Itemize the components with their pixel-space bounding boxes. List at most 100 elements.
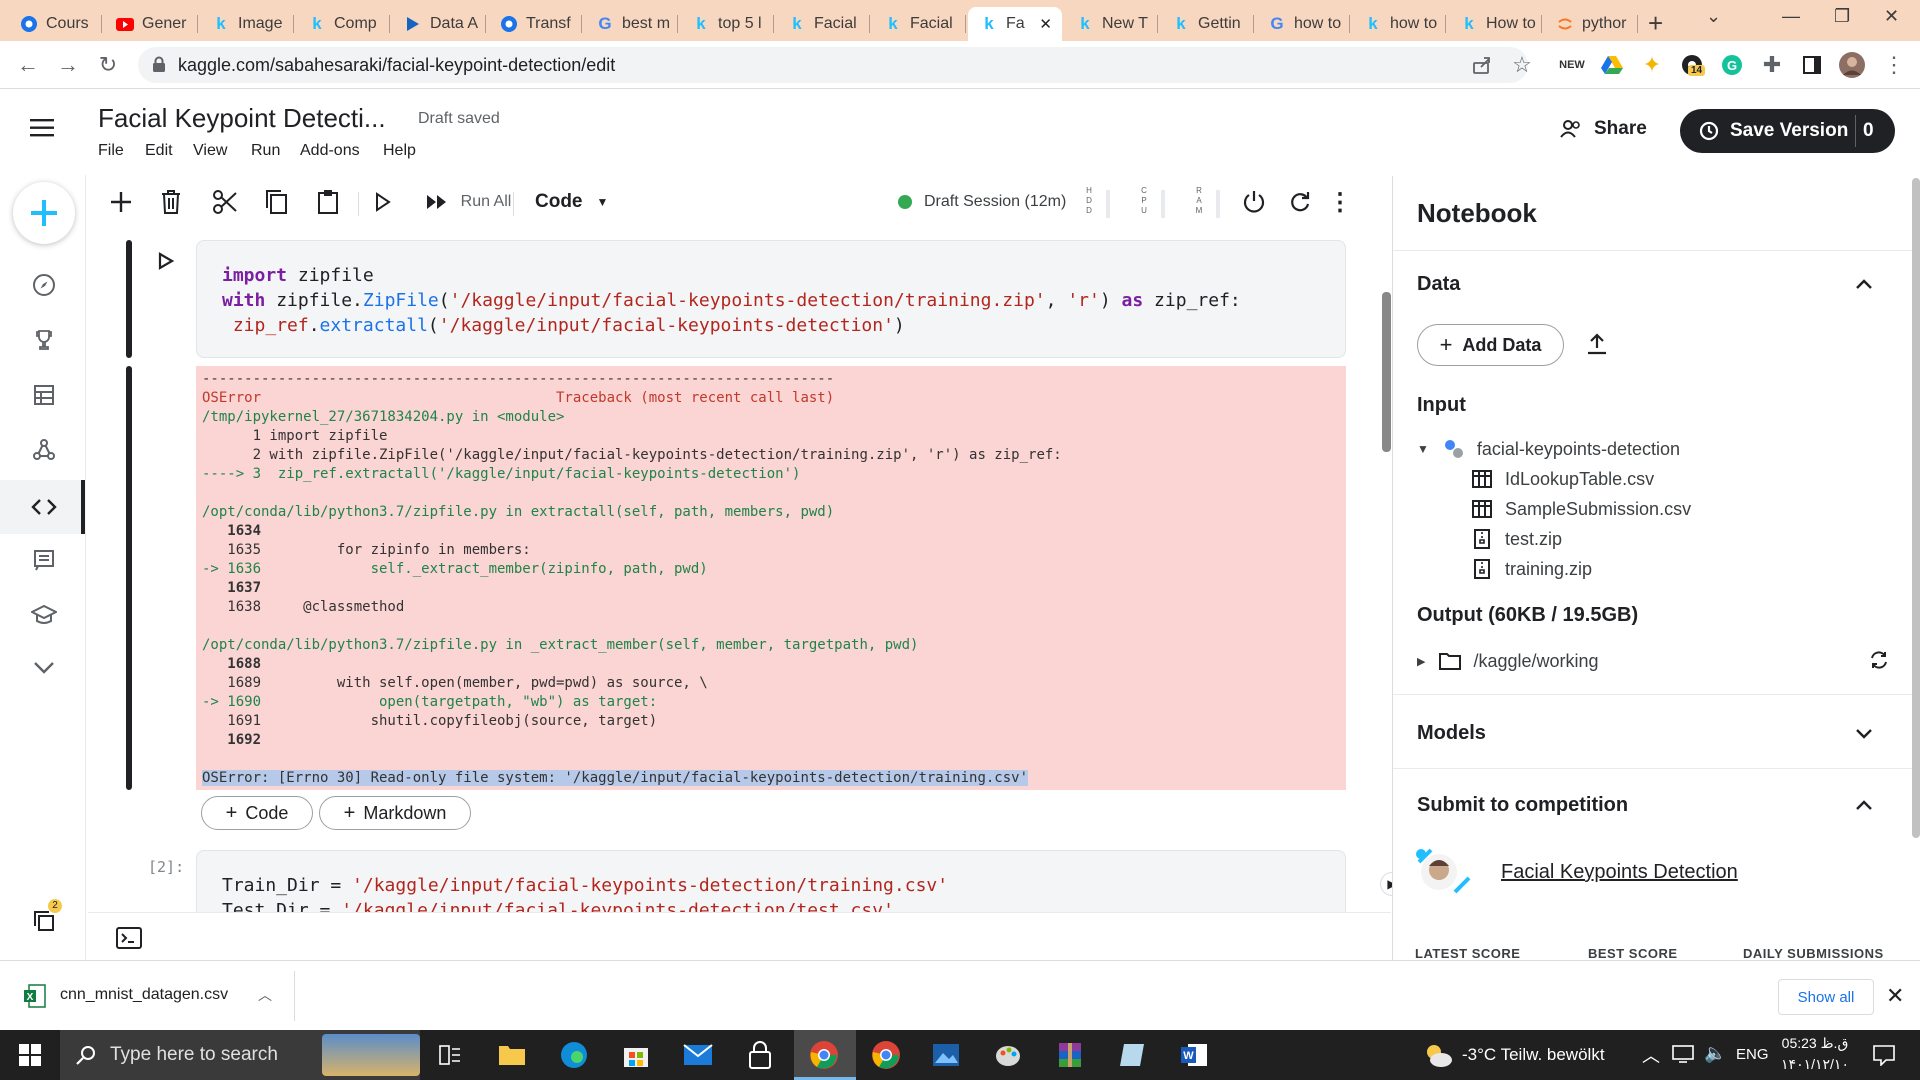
download-file-name[interactable]: cnn_mnist_datagen.csv [60,986,228,1004]
notebook-title[interactable]: Facial Keypoint Detecti... [98,103,386,134]
clock-time[interactable]: 05:23 ق.ظ [1780,1035,1850,1052]
terminal-console-icon[interactable] [116,927,142,949]
notifications-icon[interactable] [1872,1044,1896,1067]
grammarly-icon[interactable]: G [1718,51,1746,79]
upload-icon[interactable] [1585,332,1611,358]
drive-extension-icon[interactable] [1598,51,1626,79]
mail-icon[interactable] [682,1039,714,1071]
news-extension-icon[interactable]: NEW [1558,51,1586,79]
browser-tab[interactable]: k top 5 l [680,7,774,41]
menu-file[interactable]: File [98,142,124,160]
tray-chevron-up-icon[interactable]: ︿ [1642,1042,1660,1068]
browser-tab[interactable]: Cours [8,7,102,41]
copy-stack-icon[interactable]: 2 [26,899,62,939]
paste-clipboard-icon[interactable] [314,186,342,218]
cell-type-dropdown[interactable]: Code ▼ [535,186,615,218]
more-options-icon[interactable]: ⋮ [1328,186,1352,218]
code-cell-editor[interactable]: Train_Dir = '/kaggle/input/facial-keypoi… [196,850,1346,912]
share-page-icon[interactable] [1468,51,1496,79]
browser-tab[interactable]: Gbest m [584,7,678,41]
task-view-icon[interactable] [434,1039,466,1071]
learn-cap-icon[interactable] [26,597,62,633]
browser-tab[interactable]: pythor [1544,7,1638,41]
windows-start-icon[interactable] [14,1039,46,1071]
output-folder-row[interactable]: ▶ /kaggle/working [1417,650,1599,672]
cut-scissors-icon[interactable] [210,186,240,218]
restart-icon[interactable] [1286,186,1314,218]
add-code-cell-button[interactable]: + Code [201,796,313,830]
run-cell-play-icon[interactable] [370,186,396,218]
trophy-icon[interactable] [26,322,62,358]
save-version-button[interactable]: Save Version 0 [1680,109,1895,153]
menu-help[interactable]: Help [383,142,416,160]
chrome-icon[interactable] [870,1039,902,1071]
chevron-down-icon[interactable] [1852,722,1876,746]
models-icon[interactable] [26,432,62,468]
weather-cloud-icon[interactable] [1422,1039,1454,1071]
forward-icon[interactable]: → [54,51,82,79]
winrar-icon[interactable] [1054,1039,1086,1071]
browser-tab[interactable]: k How to [1448,7,1542,41]
session-status[interactable]: Draft Session (12m) [898,186,1078,218]
browser-tab[interactable]: k Fa ✕ [968,7,1062,41]
code-icon[interactable] [26,489,62,525]
back-icon[interactable]: ← [14,51,42,79]
address-bar[interactable]: kaggle.com/sabahesaraki/facial-keypoint-… [138,47,1528,83]
file-row[interactable]: IdLookupTable.csv [1471,468,1654,490]
clock-date[interactable]: ۱۴۰۱/۱۲/۱۰ [1780,1056,1850,1073]
share-button[interactable]: Share [1560,109,1647,149]
run-all-button[interactable]: Run All [416,186,520,218]
restore-window-icon[interactable]: ❐ [1834,6,1850,27]
power-icon[interactable] [1240,186,1268,218]
file-explorer-icon[interactable] [496,1039,528,1071]
network-icon[interactable] [1672,1044,1694,1064]
add-cell-plus-icon[interactable] [108,186,134,218]
extension-icon[interactable]: ✦ [1638,51,1666,79]
browser-tab[interactable]: Ghow to [1256,7,1350,41]
refresh-output-icon[interactable] [1869,650,1893,674]
menu-run[interactable]: Run [251,142,280,160]
file-row[interactable]: SampleSubmission.csv [1471,498,1691,520]
profile-avatar[interactable] [1838,51,1866,79]
lock-bag-icon[interactable] [744,1039,776,1071]
add-data-button[interactable]: + Add Data [1417,324,1564,366]
language-indicator[interactable]: ENG [1736,1046,1769,1063]
close-downloads-icon[interactable]: ✕ [1886,983,1904,1009]
competition-link[interactable]: Facial Keypoints Detection [1501,861,1738,884]
menu-view[interactable]: View [193,142,227,160]
menu-add-ons[interactable]: Add-ons [300,142,360,160]
bookmark-star-icon[interactable]: ☆ [1508,51,1536,79]
close-window-icon[interactable]: ✕ [1884,6,1899,27]
browser-tab[interactable]: Gener [104,7,198,41]
volume-icon[interactable]: 🔈 [1704,1043,1726,1064]
taskbar-search-box[interactable]: Type here to search [60,1030,420,1080]
chevron-up-icon[interactable] [1852,793,1876,817]
notes-app-icon[interactable] [1116,1039,1148,1071]
browser-tab[interactable]: k Comp [296,7,390,41]
panel-scrollbar-thumb[interactable] [1912,178,1920,838]
github-extension-icon[interactable]: 14 [1678,51,1706,79]
photos-icon[interactable] [930,1039,962,1071]
add-markdown-cell-button[interactable]: + Markdown [319,796,471,830]
file-row[interactable]: test.zip [1471,528,1562,550]
notebook-scrollbar-thumb[interactable] [1382,292,1391,452]
datasets-table-icon[interactable] [26,377,62,413]
browser-tab[interactable]: Transf [488,7,582,41]
minimize-window-icon[interactable]: — [1782,6,1800,27]
browser-tab[interactable]: k Gettin [1160,7,1254,41]
word-icon[interactable]: W [1178,1039,1210,1071]
delete-trash-icon[interactable] [158,186,184,218]
microsoft-store-icon[interactable] [620,1039,652,1071]
browser-menu-icon[interactable]: ⋮ [1880,51,1908,79]
chevron-up-icon[interactable] [1852,272,1876,296]
discussions-icon[interactable] [26,542,62,578]
hamburger-menu-icon[interactable] [30,117,56,139]
browser-tab[interactable]: k New T [1064,7,1158,41]
browser-tab[interactable]: k Facial [872,7,966,41]
create-button[interactable] [13,182,75,244]
browser-tab[interactable]: k how to [1352,7,1446,41]
dataset-row[interactable]: ▼ facial-keypoints-detection [1417,438,1680,460]
run-cell-play-icon[interactable] [158,252,178,272]
compass-icon[interactable] [26,267,62,303]
extensions-puzzle-icon[interactable]: ✚ [1758,51,1786,79]
